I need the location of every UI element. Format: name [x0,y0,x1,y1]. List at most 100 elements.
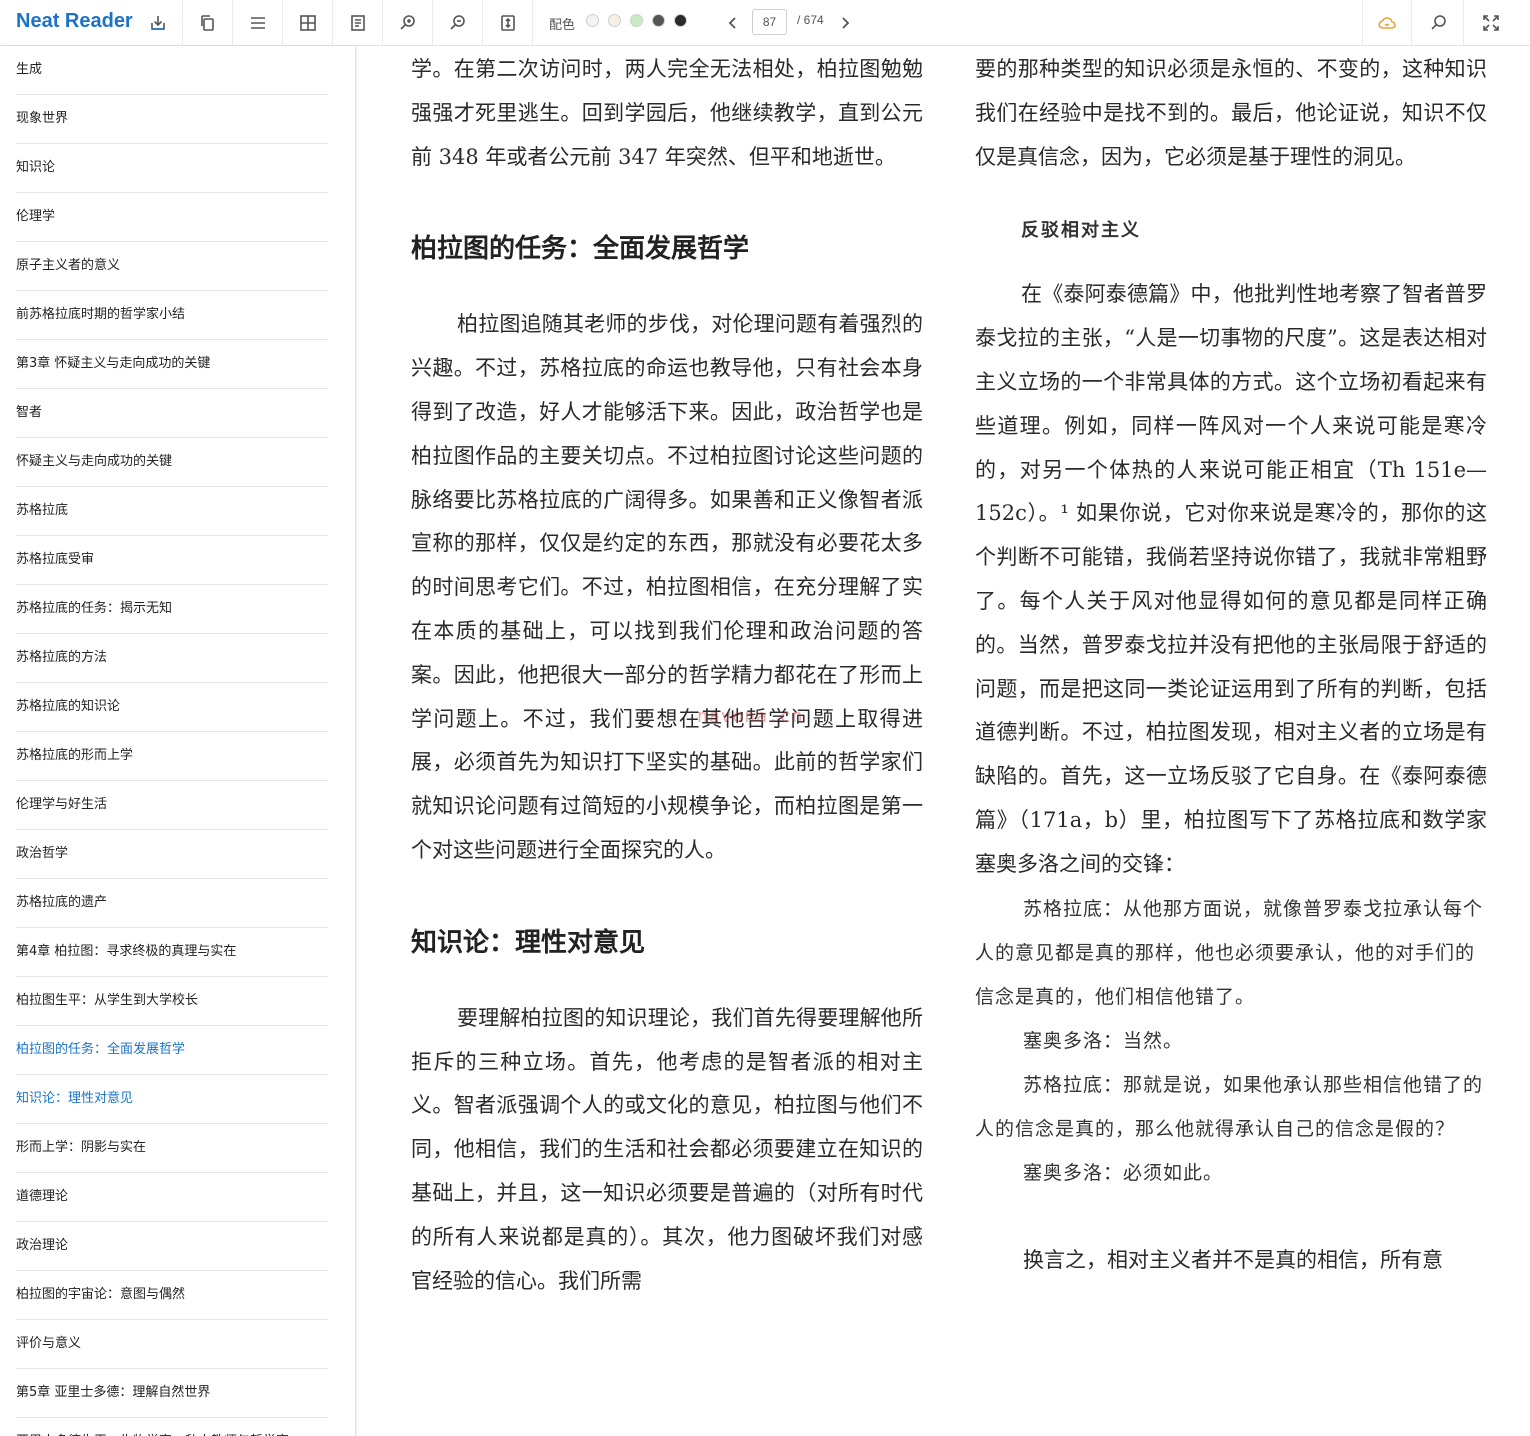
chevron-left-icon [728,17,736,29]
toc-item-label: 政治理论 [16,1238,69,1253]
toc-item-label: 生成 [16,62,43,77]
paragraph: 要理解柏拉图的知识理论，我们首先得要理解他所拒斥的三种立场。首先，他考虑的是智者… [411,1005,923,1293]
toc-item[interactable]: 苏格拉底的遗产 [16,879,328,928]
toc-item-label: 评价与意义 [16,1336,82,1351]
toc-item[interactable]: 第3章 怀疑主义与走向成功的关键 [16,340,328,389]
toc-item[interactable]: 亚里士多德生平：生物学家、私人教师与哲学家 [16,1418,328,1436]
toc-item[interactable]: 道德理论 [16,1173,328,1222]
fullscreen-icon [1483,15,1499,31]
notes-button[interactable] [333,0,383,46]
cloud-sync-icon [1378,17,1396,29]
toc-item[interactable]: 前苏格拉底时期的哲学家小结 [16,291,328,340]
fit-height-icon [500,15,515,31]
toc-item[interactable]: 苏格拉底的方法 [16,634,328,683]
toc-item[interactable]: 柏拉图的任务：全面发展哲学 [16,1026,328,1075]
grid-icon [299,15,316,31]
prev-page-button[interactable] [721,11,745,35]
toc-sidebar: 生成现象世界知识论伦理学原子主义者的意义前苏格拉底时期的哲学家小结第3章 怀疑主… [0,46,356,1436]
left-page-column: 学。在第二次访问时，两人完全无法相处，柏拉图勉勉强强才死里逃生。回到学园后，他继… [411,46,923,1303]
toc-item[interactable]: 知识论 [16,144,328,193]
grid-view-button[interactable] [283,0,333,46]
reading-area: 学。在第二次访问时，两人完全无法相处，柏拉图勉勉强强才死里逃生。回到学园后，他继… [357,46,1530,1436]
toc-item-label: 形而上学：阴影与实在 [16,1140,147,1155]
toc-item[interactable]: 苏格拉底的知识论 [16,683,328,732]
toc-item-label: 柏拉图的宇宙论：意图与偶然 [16,1287,186,1302]
color-swatch-dark[interactable] [674,14,687,27]
toc-item-label: 伦理学与好生活 [16,797,108,812]
toc-item-label: 第3章 怀疑主义与走向成功的关键 [16,356,211,371]
toc-item-label: 原子主义者的意义 [16,258,121,273]
toc-item-label: 智者 [16,405,43,420]
chevron-right-icon [842,17,850,29]
toc-item-label: 柏拉图生平：从学生到大学校长 [16,993,199,1008]
color-swatch-sepia[interactable] [608,14,621,27]
zoom-out-icon [449,15,465,30]
toc-item[interactable]: 形而上学：阴影与实在 [16,1124,328,1173]
paragraph: 在《泰阿泰德篇》中，他批判性地考察了智者普罗泰戈拉的主张，“人是一切事物的尺度”… [975,282,1487,876]
page-total: / 674 [797,13,824,27]
toc-item[interactable]: 评价与意义 [16,1320,328,1369]
toc-item-label: 知识论：理性对意见 [16,1091,134,1106]
next-page-button[interactable] [833,11,857,35]
subsection-heading: 反驳相对主义 [1021,220,1141,242]
right-page-column: 要的那种类型的知识必须是永恒的、不变的，这种知识我们在经验中是找不到的。最后，他… [975,46,1487,1282]
save-button[interactable] [133,0,183,46]
toc-item-label: 苏格拉底 [16,503,69,518]
dialogue-line: 苏格拉底：那就是说，如果他承认那些相信他错了的人的信念是真的，那么他就得承认自己… [975,1073,1484,1140]
toc-item[interactable]: 苏格拉底的形而上学 [16,732,328,781]
page-number-input[interactable] [752,9,787,35]
toc-menu-button[interactable] [233,0,283,46]
paragraph: 换言之，相对主义者并不是真的相信，所有意 [1023,1247,1443,1272]
fullscreen-button[interactable] [1466,0,1516,46]
toc-item[interactable]: 伦理学 [16,193,328,242]
toc-item[interactable]: 生成 [16,46,328,95]
toc-item[interactable]: 苏格拉底受审 [16,536,328,585]
toc-item[interactable]: 政治理论 [16,1222,328,1271]
toc-item[interactable]: 政治哲学 [16,830,328,879]
cloud-sync-button[interactable] [1362,0,1412,46]
toc-item-label: 第4章 柏拉图：寻求终极的真理与实在 [16,944,237,959]
zoom-in-button[interactable] [383,0,433,46]
toc-item-label: 柏拉图的任务：全面发展哲学 [16,1042,186,1057]
toc-item[interactable]: 现象世界 [16,95,328,144]
app-brand: Neat Reader [16,10,133,32]
save-icon [150,16,165,30]
notes-icon [350,15,365,31]
section-heading: 柏拉图的任务：全面发展哲学 [411,234,750,265]
toc-item-label: 知识论 [16,160,56,175]
toc-item[interactable]: 柏拉图的宇宙论：意图与偶然 [16,1271,328,1320]
toc-item-label: 苏格拉底的形而上学 [16,748,134,763]
paragraph: 学。在第二次访问时，两人完全无法相处，柏拉图勉勉强强才死里逃生。回到学园后，他继… [411,57,923,169]
dialogue-line: 苏格拉底：从他那方面说，就像普罗泰戈拉承认每个人的意见都是真的那样，他也必须要承… [975,897,1484,1008]
toc-item[interactable]: 智者 [16,389,328,438]
toc-item[interactable]: 怀疑主义与走向成功的关键 [16,438,328,487]
toc-item[interactable]: 第4章 柏拉图：寻求终极的真理与实在 [16,928,328,977]
color-scheme-label: 配色 [549,18,576,33]
section-heading: 知识论：理性对意见 [411,927,646,958]
color-swatch-green[interactable] [630,14,643,27]
toc-item[interactable]: 第5章 亚里士多德：理解自然世界 [16,1369,328,1418]
toc-item-label: 亚里士多德生平：生物学家、私人教师与哲学家 [16,1430,289,1436]
toc-item[interactable]: 原子主义者的意义 [16,242,328,291]
copy-button[interactable] [183,0,233,46]
zoom-in-icon [399,15,415,30]
toc-item-label: 政治哲学 [16,846,69,861]
toc-item-label: 道德理论 [16,1189,69,1204]
toc-item-label: 苏格拉底的知识论 [16,699,121,714]
toc-item[interactable]: 柏拉图生平：从学生到大学校长 [16,977,328,1026]
dialogue-line: 塞奥多洛：必须如此。 [1023,1161,1224,1184]
color-swatch-white[interactable] [586,14,599,27]
toc-item[interactable]: 苏格拉底的任务：揭示无知 [16,585,328,634]
toc-item[interactable]: 苏格拉底 [16,487,328,536]
toc-item-label: 苏格拉底的任务：揭示无知 [16,601,173,616]
color-swatch-gray[interactable] [652,14,665,27]
search-button[interactable] [1414,0,1464,46]
toc-item[interactable]: 知识论：理性对意见 [16,1075,328,1124]
fit-height-button[interactable] [483,0,533,46]
search-icon [1430,15,1446,30]
dialogue-line: 塞奥多洛：当然。 [1023,1029,1184,1052]
toc-item[interactable]: 伦理学与好生活 [16,781,328,830]
zoom-out-button[interactable] [433,0,483,46]
toc-item-label: 现象世界 [16,111,69,126]
menu-icon [250,17,265,29]
